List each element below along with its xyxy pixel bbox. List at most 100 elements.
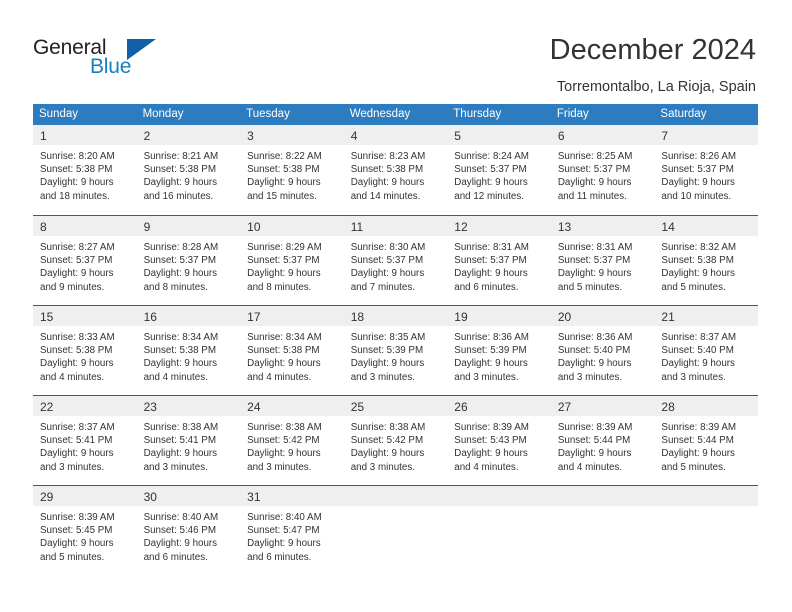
day-sunrise-text: Sunrise: 8:22 AM: [247, 151, 322, 162]
day-daylight-text: and 3 minutes.: [40, 461, 105, 473]
calendar-day-cell[interactable]: 4 Sunrise: 8:23 AM Sunset: 5:38 PM Daylight…: [343, 125, 448, 215]
day-sunset-text: Sunset: 5:42 PM: [247, 435, 320, 447]
calendar-day-cell[interactable]: 8 Sunrise: 8:27 AM Sunset: 5:37 PM Daylight…: [33, 216, 137, 305]
calendar-day-cell[interactable]: 14 Sunrise: 8:32 AM Sunset: 5:38 PM Dayligh…: [654, 216, 758, 305]
day-sunset-text: Sunset: 5:37 PM: [557, 255, 631, 267]
day-daylight-text: and 8 minutes.: [143, 281, 208, 293]
calendar-week-row: 15 Sunrise: 8:33 AM Sunset: 5:38 PM Dayligh…: [33, 305, 758, 395]
calendar-day-cell[interactable]: 26 Sunrise: 8:39 AM Sunset: 5:43 PM Dayligh…: [447, 396, 551, 485]
day-sunrise-text: Sunrise: 8:31 AM: [454, 242, 529, 253]
day-daylight-text: Daylight: 9 hours: [143, 448, 218, 460]
calendar-day-cell[interactable]: 11 Sunrise: 8:30 AM Sunset: 5:37 PM Dayligh…: [343, 216, 448, 305]
day-sunset-text: Sunset: 5:40 PM: [557, 345, 631, 357]
day-number: 15: [33, 306, 137, 326]
day-number: 18: [343, 306, 448, 326]
day-number: 1: [33, 125, 137, 145]
day-daylight-text: Daylight: 9 hours: [661, 177, 735, 189]
calendar-day-cell[interactable]: 31 Sunrise: 8:40 AM Sunset: 5:47 PM Dayligh…: [240, 486, 344, 575]
day-number: 5: [447, 125, 551, 145]
weekday-header-saturday: Saturday: [660, 108, 707, 120]
calendar-day-cell[interactable]: 23 Sunrise: 8:38 AM Sunset: 5:41 PM Dayligh…: [136, 396, 241, 485]
calendar-day-cell[interactable]: 5 Sunrise: 8:24 AM Sunset: 5:37 PM Daylight…: [447, 125, 551, 215]
day-daylight-text: and 15 minutes.: [247, 190, 317, 202]
day-daylight-text: Daylight: 9 hours: [143, 358, 218, 370]
calendar-day-cell[interactable]: 17 Sunrise: 8:34 AM Sunset: 5:38 PM Dayligh…: [240, 306, 344, 395]
calendar-day-cell[interactable]: 1 Sunrise: 8:20 AM Sunset: 5:38 PM Daylight…: [33, 125, 137, 215]
day-daylight-text: and 3 minutes.: [350, 461, 415, 473]
day-number: 31: [240, 486, 344, 506]
day-sunset-text: Sunset: 5:41 PM: [143, 435, 216, 447]
day-sun-info: Sunrise: 8:31 AM Sunset: 5:37 PM Daylight:…: [447, 236, 551, 294]
day-sunrise-text: Sunrise: 8:38 AM: [350, 422, 426, 433]
day-sunrise-text: Sunrise: 8:20 AM: [40, 151, 115, 162]
calendar-day-cell[interactable]: 22 Sunrise: 8:37 AM Sunset: 5:41 PM Dayligh…: [33, 396, 137, 485]
calendar-day-cell[interactable]: 20 Sunrise: 8:36 AM Sunset: 5:40 PM Dayligh…: [550, 306, 655, 395]
day-sun-info: Sunrise: 8:27 AM Sunset: 5:37 PM Daylight:…: [33, 236, 137, 294]
calendar-day-cell[interactable]: 21 Sunrise: 8:37 AM Sunset: 5:40 PM Dayligh…: [654, 306, 758, 395]
calendar-day-cell[interactable]: 2 Sunrise: 8:21 AM Sunset: 5:38 PM Daylight…: [136, 125, 241, 215]
logo-triangle-icon: [127, 39, 156, 60]
day-sun-info: Sunrise: 8:30 AM Sunset: 5:37 PM Daylight:…: [344, 236, 448, 294]
day-sunset-text: Sunset: 5:39 PM: [454, 345, 527, 357]
page-header: General Blue December 2024 Torremontalbo…: [0, 0, 792, 100]
day-sunset-text: Sunset: 5:39 PM: [350, 345, 424, 357]
general-blue-logo[interactable]: General Blue: [33, 36, 233, 92]
calendar-day-cell[interactable]: 9 Sunrise: 8:28 AM Sunset: 5:37 PM Daylight…: [136, 216, 241, 305]
calendar-day-cell[interactable]: 28 Sunrise: 8:39 AM Sunset: 5:44 PM Dayligh…: [654, 396, 758, 485]
calendar-day-cell[interactable]: 15 Sunrise: 8:33 AM Sunset: 5:38 PM Dayligh…: [33, 306, 137, 395]
calendar-day-cell[interactable]: 16 Sunrise: 8:34 AM Sunset: 5:38 PM Dayligh…: [136, 306, 241, 395]
day-daylight-text: Daylight: 9 hours: [557, 448, 632, 460]
day-sun-info: Sunrise: 8:34 AM Sunset: 5:38 PM Daylight:…: [240, 326, 344, 384]
day-number: 8: [33, 216, 137, 236]
page-subtitle-location: Torremontalbo, La Rioja, Spain: [556, 79, 756, 95]
day-sunrise-text: Sunrise: 8:23 AM: [350, 151, 426, 162]
weekday-header-thursday: Thursday: [453, 108, 502, 120]
page-title: December 2024: [549, 34, 756, 66]
day-number: 16: [136, 306, 241, 326]
calendar-day-cell[interactable]: 30 Sunrise: 8:40 AM Sunset: 5:46 PM Dayligh…: [136, 486, 241, 575]
calendar-day-cell[interactable]: 27 Sunrise: 8:39 AM Sunset: 5:44 PM Dayligh…: [550, 396, 655, 485]
calendar-day-cell[interactable]: 18 Sunrise: 8:35 AM Sunset: 5:39 PM Dayligh…: [343, 306, 448, 395]
day-number: 24: [240, 396, 344, 416]
day-daylight-text: Daylight: 9 hours: [454, 448, 528, 460]
day-sunset-text: Sunset: 5:44 PM: [557, 435, 631, 447]
day-sunrise-text: Sunrise: 8:39 AM: [557, 422, 633, 433]
day-sunrise-text: Sunrise: 8:34 AM: [143, 332, 219, 343]
calendar-day-cell[interactable]: 10 Sunrise: 8:29 AM Sunset: 5:37 PM Dayligh…: [240, 216, 344, 305]
day-sun-info: Sunrise: 8:36 AM Sunset: 5:39 PM Daylight:…: [447, 326, 551, 384]
day-sunset-text: Sunset: 5:41 PM: [40, 435, 113, 447]
calendar-day-cell-empty: [550, 486, 655, 575]
day-sun-info: Sunrise: 8:20 AM Sunset: 5:38 PM Daylight:…: [33, 145, 137, 203]
day-daylight-text: and 5 minutes.: [40, 551, 105, 563]
day-daylight-text: and 3 minutes.: [350, 371, 415, 383]
day-sunrise-text: Sunrise: 8:39 AM: [661, 422, 737, 433]
day-sun-info: Sunrise: 8:39 AM Sunset: 5:43 PM Daylight:…: [447, 416, 551, 474]
logo-text-blue: Blue: [90, 55, 132, 78]
calendar-day-cell[interactable]: 12 Sunrise: 8:31 AM Sunset: 5:37 PM Dayligh…: [447, 216, 551, 305]
day-daylight-text: Daylight: 9 hours: [454, 358, 528, 370]
day-number: 4: [343, 125, 448, 145]
day-number: 13: [550, 216, 655, 236]
calendar-day-cell[interactable]: 6 Sunrise: 8:25 AM Sunset: 5:37 PM Daylight…: [550, 125, 655, 215]
calendar-grid: Sunday Monday Tuesday Wednesday Thursday…: [33, 104, 758, 575]
calendar-day-cell[interactable]: 7 Sunrise: 8:26 AM Sunset: 5:37 PM Daylight…: [654, 125, 758, 215]
day-daylight-text: and 3 minutes.: [661, 371, 726, 383]
day-sunset-text: Sunset: 5:37 PM: [350, 255, 424, 267]
day-daylight-text: Daylight: 9 hours: [247, 538, 321, 550]
day-sunrise-text: Sunrise: 8:25 AM: [557, 151, 633, 162]
day-daylight-text: and 10 minutes.: [661, 190, 732, 202]
calendar-day-cell[interactable]: 19 Sunrise: 8:36 AM Sunset: 5:39 PM Dayligh…: [447, 306, 551, 395]
day-daylight-text: and 3 minutes.: [143, 461, 208, 473]
day-sun-info: Sunrise: 8:22 AM Sunset: 5:38 PM Daylight:…: [240, 145, 344, 203]
calendar-day-cell[interactable]: 13 Sunrise: 8:31 AM Sunset: 5:37 PM Dayligh…: [550, 216, 655, 305]
calendar-day-cell[interactable]: 24 Sunrise: 8:38 AM Sunset: 5:42 PM Dayligh…: [240, 396, 344, 485]
calendar-day-cell[interactable]: 29 Sunrise: 8:39 AM Sunset: 5:45 PM Dayligh…: [33, 486, 137, 575]
day-sunset-text: Sunset: 5:37 PM: [143, 255, 216, 267]
day-sunrise-text: Sunrise: 8:33 AM: [40, 332, 115, 343]
day-sunrise-text: Sunrise: 8:38 AM: [143, 422, 219, 433]
day-sunset-text: Sunset: 5:38 PM: [40, 345, 113, 357]
day-sunset-text: Sunset: 5:43 PM: [454, 435, 527, 447]
day-daylight-text: Daylight: 9 hours: [661, 268, 735, 280]
calendar-day-cell[interactable]: 3 Sunrise: 8:22 AM Sunset: 5:38 PM Daylight…: [240, 125, 344, 215]
calendar-day-cell[interactable]: 25 Sunrise: 8:38 AM Sunset: 5:42 PM Dayligh…: [343, 396, 448, 485]
